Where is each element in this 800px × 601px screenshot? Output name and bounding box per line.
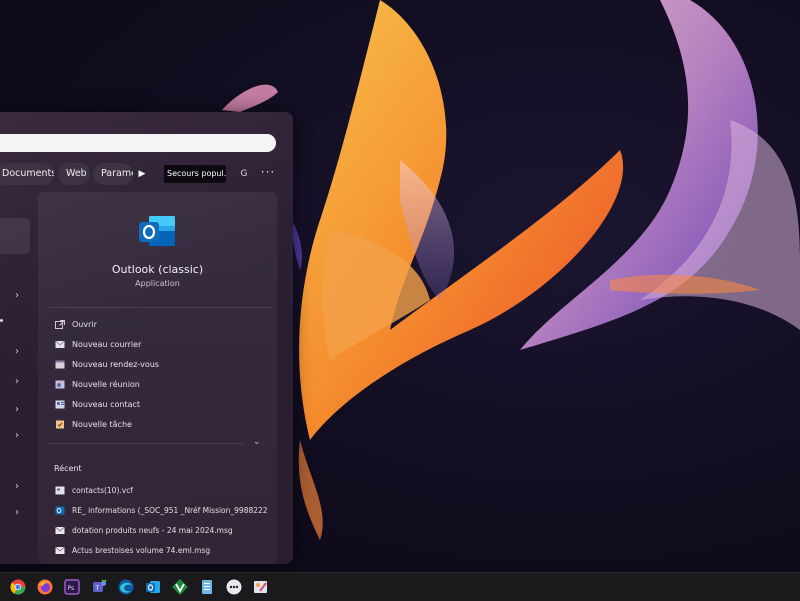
notepad-icon[interactable] [199, 579, 215, 595]
outlook-icon[interactable] [145, 579, 161, 595]
filter-web[interactable]: Web [58, 163, 90, 185]
recent-item[interactable]: RE_ informations (_SOC_951 _Nréf Mission… [53, 504, 268, 518]
svg-text:T: T [95, 585, 100, 592]
app-type: Application [135, 279, 180, 288]
recent-item-label: RE_ informations (_SOC_951 _Nréf Mission… [72, 506, 268, 515]
calendar-icon [55, 360, 65, 369]
filter-documents[interactable]: Documents [0, 163, 54, 185]
mail-file-icon [55, 546, 65, 554]
open-icon [55, 320, 65, 329]
chevron-right-icon[interactable]: › [12, 481, 22, 493]
action-new-appointment[interactable]: Nouveau rendez-vous [53, 358, 263, 372]
action-label: Nouveau contact [72, 400, 141, 409]
recent-item-label: dotation produits neufs - 24 mai 2024.ms… [72, 526, 233, 535]
divider [48, 307, 271, 308]
recent-section-title: Récent [54, 464, 82, 473]
divider [48, 443, 243, 444]
start-search-panel: Documents Web Paramè ▶ Secours popul... … [0, 112, 293, 564]
vcard-icon [55, 486, 65, 495]
app-detail-pane: Outlook (classic) Application Ouvrir Nou… [38, 192, 277, 564]
action-label: Nouveau rendez-vous [72, 360, 159, 369]
chevron-right-icon[interactable]: › [12, 507, 22, 519]
outlook-icon [137, 214, 177, 250]
filter-parametres[interactable]: Paramè [93, 163, 133, 185]
chevron-right-icon[interactable]: › [12, 404, 22, 416]
photoshop-icon[interactable]: Ps [64, 579, 80, 595]
mail-icon [55, 340, 65, 348]
action-label: Ouvrir [72, 320, 97, 329]
app-name: Outlook (classic) [111, 263, 204, 276]
selected-result-item[interactable] [0, 218, 30, 254]
recent-item-label: Actus brestoises volume 74.eml.msg [72, 546, 211, 555]
mail-file-icon [55, 526, 65, 534]
action-label: Nouvelle tâche [72, 420, 132, 429]
search-filter-bar: Documents Web Paramè ▶ Secours popul... … [0, 163, 293, 185]
chevron-right-icon[interactable]: › [12, 376, 22, 388]
paint-icon[interactable] [253, 579, 269, 595]
action-new-mail[interactable]: Nouveau courrier [53, 338, 263, 352]
chevron-right-icon[interactable]: › [12, 290, 22, 302]
contact-icon [55, 400, 65, 409]
recent-item[interactable]: Actus brestoises volume 74.eml.msg [53, 544, 268, 558]
action-open[interactable]: Ouvrir [53, 318, 263, 332]
action-new-meeting[interactable]: Nouvelle réunion [53, 378, 263, 392]
meeting-icon [55, 380, 65, 389]
search-input[interactable] [0, 134, 276, 152]
firefox-icon[interactable] [37, 579, 53, 595]
more-options-button[interactable]: ··· [260, 164, 276, 182]
action-new-task[interactable]: Nouvelle tâche [53, 418, 263, 432]
svg-text:Ps: Ps [68, 585, 75, 592]
results-list: › › › › › › › [0, 192, 36, 564]
chevron-down-icon[interactable]: ⌄ [253, 437, 261, 447]
recent-item[interactable]: contacts(10).vcf [53, 484, 268, 498]
outlook-file-icon [55, 506, 65, 515]
vim-icon[interactable] [172, 579, 188, 595]
edge-icon[interactable] [118, 579, 134, 595]
search-highlight-badge[interactable]: Secours popul... [164, 165, 226, 183]
action-new-contact[interactable]: Nouveau contact [53, 398, 263, 412]
play-icon[interactable]: ▶ [136, 167, 148, 181]
account-g-button[interactable]: G [236, 166, 252, 182]
action-label: Nouveau courrier [72, 340, 142, 349]
chevron-right-icon[interactable]: › [12, 346, 22, 358]
recent-item-label: contacts(10).vcf [72, 486, 133, 495]
chrome-icon[interactable] [10, 579, 26, 595]
chevron-right-icon[interactable]: › [12, 430, 22, 442]
recent-item[interactable]: dotation produits neufs - 24 mai 2024.ms… [53, 524, 268, 538]
teams-icon[interactable]: T [91, 579, 107, 595]
action-label: Nouvelle réunion [72, 380, 140, 389]
chat-icon[interactable] [226, 579, 242, 595]
task-icon [56, 420, 64, 429]
indicator-dot [0, 319, 3, 322]
taskbar: Ps T [0, 572, 800, 601]
